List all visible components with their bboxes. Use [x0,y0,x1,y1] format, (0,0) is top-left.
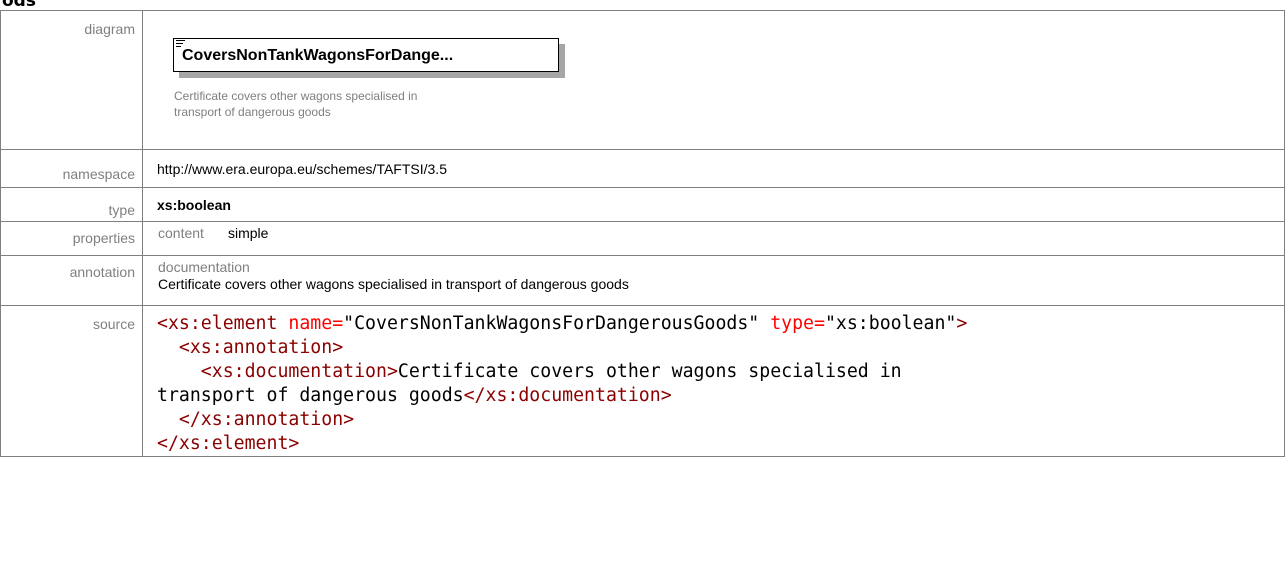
properties-label: properties [0,221,143,256]
code-token: type= [759,313,825,334]
property-content: content simple [143,222,1284,241]
code-token: transport of dangerous goods [157,385,464,406]
property-key: content [158,225,204,241]
namespace-row: namespace http://www.era.europa.eu/schem… [0,149,1285,188]
property-value: simple [228,225,269,241]
code-token: "CoversNonTankWagonsForDangerousGoods" [343,313,760,334]
type-value[interactable]: xs:boolean [157,197,231,213]
properties-row: properties content simple [0,221,1285,256]
code-token: <xs:element [157,313,289,334]
diagram-row: diagram CoversNonTankWagonsForDange... C… [0,10,1285,150]
annotation-row: annotation documentation Certificate cov… [0,255,1285,306]
element-name: CoversNonTankWagonsForDange... [182,47,454,64]
code-token: > [956,313,968,334]
code-token: "xs:boolean" [824,313,957,334]
annotation-key: documentation [158,259,250,275]
code-token: </xs:element> [157,433,300,454]
code-token: </xs:documentation> [463,385,672,406]
code-token: Certificate covers other wagons speciali… [397,361,902,382]
element-documentation-table: diagram CoversNonTankWagonsForDange... C… [0,10,1285,457]
element-box[interactable]: CoversNonTankWagonsForDange... [173,38,559,72]
source-code: <xs:element name="CoversNonTankWagonsFor… [157,306,1284,456]
schema-diagram: CoversNonTankWagonsForDange... Certifica… [143,11,1284,149]
code-token: <xs:annotation> [157,337,344,358]
type-row: type xs:boolean [0,187,1285,222]
namespace-value: http://www.era.europa.eu/schemes/TAFTSI/… [142,149,1285,188]
annotation-label: annotation [0,255,143,306]
annotation-text: Certificate covers other wagons speciali… [158,276,629,292]
code-token: name= [288,313,344,334]
diagram-label: diagram [0,10,143,150]
code-token: <xs:documentation> [157,361,398,382]
source-row: source <xs:element name="CoversNonTankWa… [0,305,1285,457]
code-token: </xs:annotation> [157,409,355,430]
source-label: source [0,305,143,457]
element-doc-caption: Certificate covers other wagons speciali… [174,89,418,119]
namespace-label: namespace [0,149,143,188]
diagram-cell: CoversNonTankWagonsForDange... Certifica… [142,10,1285,150]
type-label: type [0,187,143,222]
